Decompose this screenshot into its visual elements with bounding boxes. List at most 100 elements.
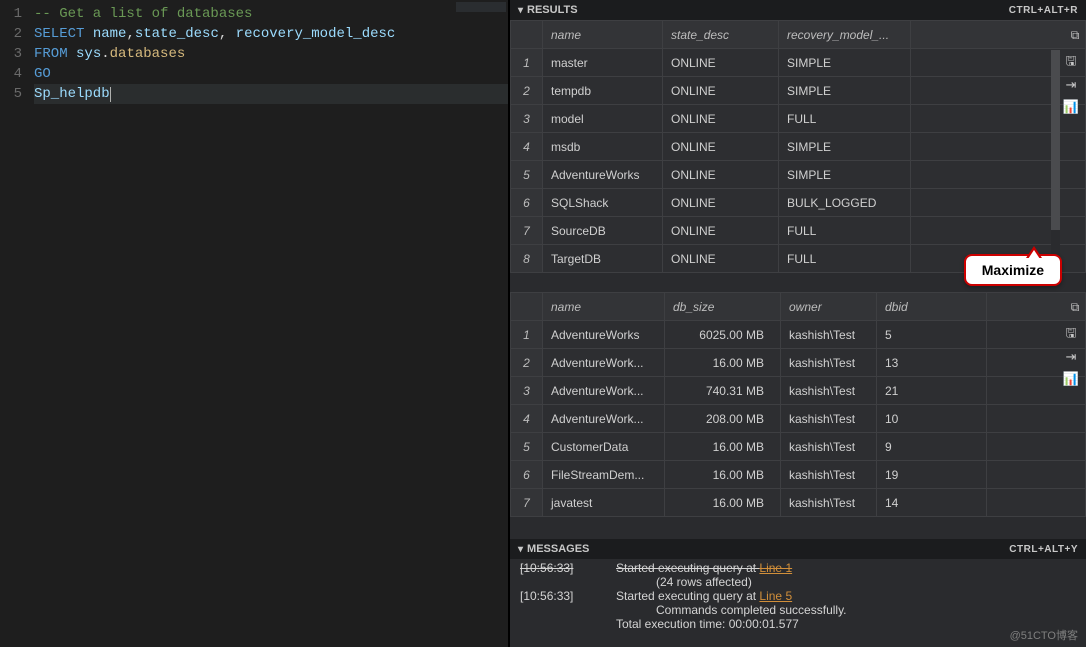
cell-size[interactable]: 208.00 MB: [665, 405, 781, 433]
column-header-recovery[interactable]: recovery_model_...: [779, 21, 911, 49]
table-row[interactable]: 7SourceDBONLINEFULL: [511, 217, 1086, 245]
cell-recovery[interactable]: FULL: [779, 105, 911, 133]
cell-recovery[interactable]: BULK_LOGGED: [779, 189, 911, 217]
save-json-icon[interactable]: ⇥: [1062, 348, 1080, 366]
save-csv-icon[interactable]: 🖫: [1062, 54, 1080, 72]
row-number[interactable]: 3: [511, 377, 543, 405]
chart-icon[interactable]: 📊: [1062, 370, 1080, 388]
cell-recovery[interactable]: SIMPLE: [779, 77, 911, 105]
column-header-name[interactable]: name: [543, 293, 665, 321]
cell-name[interactable]: TargetDB: [543, 245, 663, 273]
row-number[interactable]: 1: [511, 49, 543, 77]
cell-size[interactable]: 16.00 MB: [665, 433, 781, 461]
table-row[interactable]: 3modelONLINEFULL: [511, 105, 1086, 133]
cell-dbid[interactable]: 21: [877, 377, 987, 405]
row-number[interactable]: 5: [511, 433, 543, 461]
column-header-name[interactable]: name: [543, 21, 663, 49]
cell-dbid[interactable]: 10: [877, 405, 987, 433]
row-number[interactable]: 4: [511, 405, 543, 433]
cell-name[interactable]: javatest: [543, 489, 665, 517]
messages-header[interactable]: ▾ MESSAGES CTRL+ALT+Y: [510, 539, 1086, 559]
cell-dbid[interactable]: 19: [877, 461, 987, 489]
cell-size[interactable]: 740.31 MB: [665, 377, 781, 405]
corner-cell[interactable]: [511, 293, 543, 321]
cell-owner[interactable]: kashish\Test: [781, 377, 877, 405]
row-number[interactable]: 4: [511, 133, 543, 161]
cell-name[interactable]: AdventureWork...: [543, 377, 665, 405]
cell-recovery[interactable]: SIMPLE: [779, 49, 911, 77]
cell-owner[interactable]: kashish\Test: [781, 405, 877, 433]
cell-name[interactable]: master: [543, 49, 663, 77]
column-header-dbid[interactable]: dbid: [877, 293, 987, 321]
cell-name[interactable]: FileStreamDem...: [543, 461, 665, 489]
cell-name[interactable]: CustomerData: [543, 433, 665, 461]
results-grid-2[interactable]: name db_size owner dbid 1AdventureWorks6…: [510, 292, 1086, 517]
collapse-icon[interactable]: ▾: [518, 5, 523, 16]
cell-state[interactable]: ONLINE: [663, 49, 779, 77]
table-row[interactable]: 2AdventureWork...16.00 MBkashish\Test13: [511, 349, 1086, 377]
column-header-dbsize[interactable]: db_size: [665, 293, 781, 321]
chart-icon[interactable]: 📊: [1062, 98, 1080, 116]
cell-recovery[interactable]: SIMPLE: [779, 161, 911, 189]
cell-state[interactable]: ONLINE: [663, 105, 779, 133]
table-row[interactable]: 3AdventureWork...740.31 MBkashish\Test21: [511, 377, 1086, 405]
cell-owner[interactable]: kashish\Test: [781, 433, 877, 461]
row-number[interactable]: 6: [511, 461, 543, 489]
cell-size[interactable]: 6025.00 MB: [665, 321, 781, 349]
scrollbar-thumb[interactable]: [1051, 50, 1060, 230]
cell-recovery[interactable]: FULL: [779, 245, 911, 273]
cell-name[interactable]: AdventureWorks: [543, 161, 663, 189]
maximize-grid-2-icon[interactable]: ⧉: [1066, 298, 1084, 316]
cell-name[interactable]: AdventureWork...: [543, 349, 665, 377]
code-line[interactable]: SELECT name,state_desc, recovery_model_d…: [34, 24, 508, 44]
collapse-icon[interactable]: ▾: [518, 544, 523, 555]
cell-name[interactable]: AdventureWork...: [543, 405, 665, 433]
row-number[interactable]: 2: [511, 77, 543, 105]
table-row[interactable]: 6FileStreamDem...16.00 MBkashish\Test19: [511, 461, 1086, 489]
cell-owner[interactable]: kashish\Test: [781, 321, 877, 349]
code-line[interactable]: GO: [34, 64, 508, 84]
cell-recovery[interactable]: SIMPLE: [779, 133, 911, 161]
row-number[interactable]: 6: [511, 189, 543, 217]
scrollbar[interactable]: [1051, 50, 1060, 282]
row-number[interactable]: 8: [511, 245, 543, 273]
cell-size[interactable]: 16.00 MB: [665, 349, 781, 377]
table-row[interactable]: 4msdbONLINESIMPLE: [511, 133, 1086, 161]
cell-name[interactable]: AdventureWorks: [543, 321, 665, 349]
column-header-state[interactable]: state_desc: [663, 21, 779, 49]
message-line-link[interactable]: Line 5: [759, 589, 792, 603]
cell-name[interactable]: msdb: [543, 133, 663, 161]
sql-editor[interactable]: 12345 -- Get a list of databasesSELECT n…: [0, 0, 510, 647]
row-number[interactable]: 3: [511, 105, 543, 133]
results-header[interactable]: ▾ RESULTS CTRL+ALT+R: [510, 0, 1086, 20]
table-row[interactable]: 4AdventureWork...208.00 MBkashish\Test10: [511, 405, 1086, 433]
code-area[interactable]: -- Get a list of databasesSELECT name,st…: [34, 0, 508, 647]
column-header-owner[interactable]: owner: [781, 293, 877, 321]
save-csv-icon[interactable]: 🖫: [1062, 326, 1080, 344]
table-row[interactable]: 5AdventureWorksONLINESIMPLE: [511, 161, 1086, 189]
table-row[interactable]: 5CustomerData16.00 MBkashish\Test9: [511, 433, 1086, 461]
table-row[interactable]: 1masterONLINESIMPLE: [511, 49, 1086, 77]
table-row[interactable]: 2tempdbONLINESIMPLE: [511, 77, 1086, 105]
table-row[interactable]: 6SQLShackONLINEBULK_LOGGED: [511, 189, 1086, 217]
cell-state[interactable]: ONLINE: [663, 161, 779, 189]
table-row[interactable]: 1AdventureWorks6025.00 MBkashish\Test5: [511, 321, 1086, 349]
message-line-link[interactable]: Line 1: [759, 561, 792, 575]
cell-recovery[interactable]: FULL: [779, 217, 911, 245]
cell-name[interactable]: tempdb: [543, 77, 663, 105]
cell-size[interactable]: 16.00 MB: [665, 489, 781, 517]
cell-state[interactable]: ONLINE: [663, 189, 779, 217]
cell-state[interactable]: ONLINE: [663, 217, 779, 245]
cell-dbid[interactable]: 5: [877, 321, 987, 349]
cell-owner[interactable]: kashish\Test: [781, 489, 877, 517]
row-number[interactable]: 2: [511, 349, 543, 377]
maximize-grid-1-icon[interactable]: ⧉: [1066, 26, 1084, 44]
cell-state[interactable]: ONLINE: [663, 77, 779, 105]
corner-cell[interactable]: [511, 21, 543, 49]
cell-name[interactable]: model: [543, 105, 663, 133]
row-number[interactable]: 7: [511, 217, 543, 245]
cell-dbid[interactable]: 9: [877, 433, 987, 461]
cell-state[interactable]: ONLINE: [663, 245, 779, 273]
results-grid-1[interactable]: name state_desc recovery_model_... 1mast…: [510, 20, 1086, 273]
cell-size[interactable]: 16.00 MB: [665, 461, 781, 489]
